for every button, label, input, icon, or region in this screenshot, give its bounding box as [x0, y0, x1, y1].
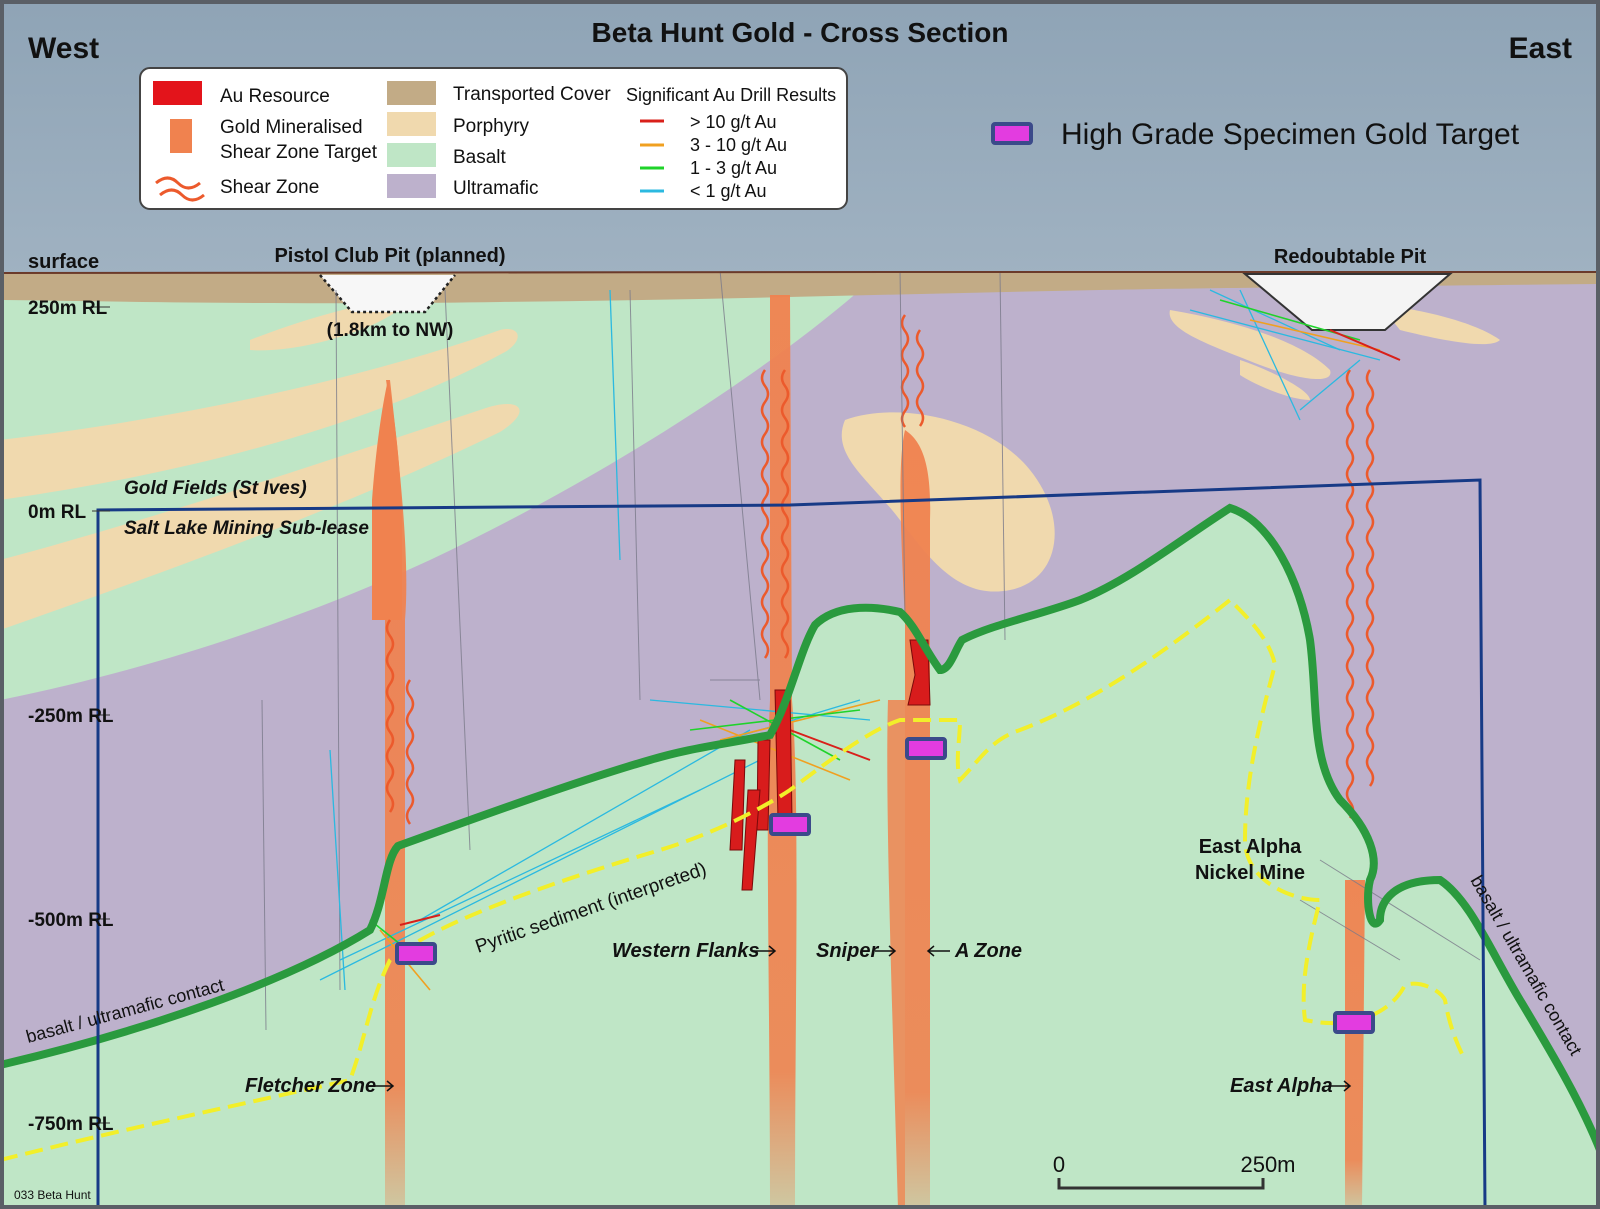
- legend-basalt: Basalt: [453, 147, 507, 168]
- legend-drill-3-10: 3 - 10 g/t Au: [690, 135, 787, 155]
- target-legend-swatch: [991, 122, 1033, 145]
- figure-id: 033 Beta Hunt: [14, 1188, 91, 1202]
- legend-drill-title: Significant Au Drill Results: [626, 85, 836, 105]
- legend-drill-lt1: < 1 g/t Au: [690, 181, 767, 201]
- legend-swatch-porphyry: [387, 112, 436, 136]
- east-alpha-label: East Alpha: [1230, 1075, 1333, 1097]
- legend-swatch-gold-target: [170, 119, 192, 153]
- legend-porphyry: Porphyry: [453, 116, 530, 137]
- scale-start: 0: [1053, 1152, 1065, 1177]
- rl-minus250-label: -250m RL: [28, 706, 114, 727]
- sniper-label: Sniper: [816, 940, 879, 962]
- legend-swatch-ultramafic: [387, 174, 436, 198]
- rl-minus750-label: -750m RL: [28, 1114, 114, 1135]
- rl-0-label: 0m RL: [28, 502, 86, 523]
- salt-lake-label: Salt Lake Mining Sub-lease: [124, 518, 369, 539]
- legend-au-resource: Au Resource: [220, 86, 330, 107]
- redoubtable-label: Redoubtable Pit: [1274, 246, 1427, 268]
- western-flanks-label: Western Flanks: [612, 940, 759, 962]
- legend-swatch-au-resource: [153, 81, 202, 105]
- gold-fields-label: Gold Fields (St Ives): [124, 478, 307, 499]
- legend-ultramafic: Ultramafic: [453, 178, 539, 199]
- cross-section-svg: Beta Hunt Gold - Cross Section West East…: [0, 0, 1600, 1209]
- target-legend-label: High Grade Specimen Gold Target: [1061, 118, 1520, 151]
- a-zone-label: A Zone: [954, 940, 1022, 962]
- geology-layers: [4, 272, 1596, 1205]
- legend-gold-mineralised-1: Gold Mineralised: [220, 117, 363, 138]
- pistol-club-label: Pistol Club Pit (planned): [274, 245, 505, 267]
- legend-gold-mineralised-2: Shear Zone Target: [220, 142, 378, 163]
- east-alpha-mine-label-2: Nickel Mine: [1195, 862, 1305, 884]
- east-label: East: [1509, 32, 1572, 65]
- west-label: West: [28, 32, 99, 65]
- pistol-club-distance: (1.8km to NW): [327, 320, 454, 341]
- cross-section-figure: Beta Hunt Gold - Cross Section West East…: [0, 0, 1600, 1209]
- legend-swatch-cover: [387, 81, 436, 105]
- legend-drill-gt10: > 10 g/t Au: [690, 112, 777, 132]
- fletcher-label: Fletcher Zone: [245, 1075, 376, 1097]
- scale-end: 250m: [1240, 1152, 1295, 1177]
- figure-title: Beta Hunt Gold - Cross Section: [592, 17, 1009, 48]
- legend-drill-1-3: 1 - 3 g/t Au: [690, 158, 777, 178]
- east-alpha-mine-label-1: East Alpha: [1199, 836, 1302, 858]
- legend-shear-zone: Shear Zone: [220, 177, 319, 198]
- legend: Au Resource Gold Mineralised Shear Zone …: [139, 67, 848, 210]
- surface-label: surface: [28, 251, 99, 273]
- legend-transported-cover: Transported Cover: [453, 84, 611, 105]
- legend-swatch-basalt: [387, 143, 436, 167]
- rl-250-label: 250m RL: [28, 298, 108, 319]
- rl-minus500-label: -500m RL: [28, 910, 114, 931]
